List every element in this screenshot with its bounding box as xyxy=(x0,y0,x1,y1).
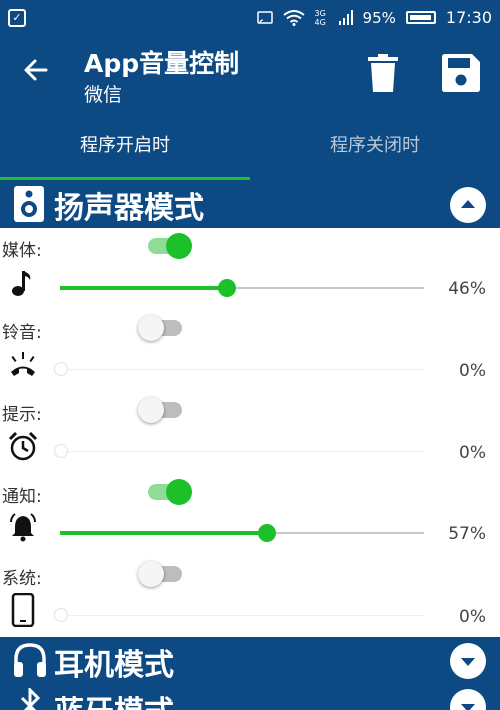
ringtone-volume-slider[interactable] xyxy=(54,362,424,376)
alert-volume-percent: 0% xyxy=(459,443,486,463)
notification-volume-thumb[interactable] xyxy=(258,524,277,542)
notification-volume-slider[interactable] xyxy=(60,524,424,542)
status-right: 3G 4G 95% 17:30 xyxy=(256,8,492,27)
page-subtitle: 微信 xyxy=(84,84,123,106)
signal-icon xyxy=(338,9,353,25)
ringtone-label: 铃音: xyxy=(2,323,42,343)
clock: 17:30 xyxy=(445,8,492,27)
collapse-button[interactable] xyxy=(450,187,486,223)
speaker-section-header[interactable]: 扬声器模式 xyxy=(0,180,500,228)
app-bar: App音量控制 微信 xyxy=(0,36,500,114)
system-toggle[interactable] xyxy=(138,561,182,587)
status-bar: ✓ 3G 4G 95% 17:30 xyxy=(0,0,500,36)
alert-volume-slider[interactable] xyxy=(54,444,424,458)
bluetooth-icon xyxy=(20,688,41,710)
speaker-icon xyxy=(14,186,44,222)
ringtone-toggle[interactable] xyxy=(138,315,182,341)
system-volume-percent: 0% xyxy=(459,607,486,627)
media-label: 媒体: xyxy=(2,241,42,261)
bell-icon xyxy=(10,513,36,542)
tab-program-open[interactable]: 程序开启时 xyxy=(0,114,250,180)
battery-percent: 95% xyxy=(362,8,396,27)
bluetooth-section-title: 蓝牙模式 xyxy=(54,687,174,710)
ringtone-volume-percent: 0% xyxy=(459,361,486,381)
cast-icon xyxy=(256,10,273,24)
media-volume-slider[interactable] xyxy=(60,279,424,297)
media-volume-percent: 46% xyxy=(448,279,486,299)
headphone-section-header[interactable]: 耳机模式 xyxy=(0,637,500,685)
system-volume-slider[interactable] xyxy=(54,608,424,622)
system-volume-thumb[interactable] xyxy=(54,608,68,622)
bluetooth-section-header[interactable]: 蓝牙模式 xyxy=(0,685,500,710)
back-arrow-icon[interactable] xyxy=(22,56,50,90)
chevron-down-icon xyxy=(461,658,475,666)
media-volume-fill xyxy=(60,286,228,290)
wifi-icon xyxy=(282,9,305,26)
save-icon[interactable] xyxy=(442,54,480,92)
alarm-clock-icon xyxy=(8,431,38,461)
trash-icon[interactable] xyxy=(368,54,398,92)
expand-headphone-button[interactable] xyxy=(450,643,486,679)
smartphone-icon xyxy=(11,593,35,627)
ringtone-volume-thumb[interactable] xyxy=(54,362,68,376)
check-notification-icon: ✓ xyxy=(8,9,26,27)
music-note-icon xyxy=(12,271,31,296)
tab-bar: 程序开启时 程序关闭时 xyxy=(0,114,500,180)
tab-program-closed[interactable]: 程序关闭时 xyxy=(250,114,500,180)
network-type: 3G 4G xyxy=(314,8,326,27)
alert-toggle[interactable] xyxy=(138,397,182,423)
battery-icon xyxy=(405,11,436,24)
page-title: App音量控制 xyxy=(84,49,240,78)
media-volume-thumb[interactable] xyxy=(218,279,237,297)
speaker-section-title: 扬声器模式 xyxy=(54,191,204,226)
media-toggle[interactable] xyxy=(148,233,192,259)
alert-label: 提示: xyxy=(2,405,42,425)
chevron-up-icon xyxy=(461,200,475,208)
expand-bluetooth-button[interactable] xyxy=(450,689,486,710)
notification-volume-fill xyxy=(60,531,268,535)
headphone-section-title: 耳机模式 xyxy=(54,648,174,683)
system-label: 系统: xyxy=(2,569,42,589)
chevron-down-icon xyxy=(461,704,475,710)
notification-volume-percent: 57% xyxy=(448,524,486,544)
headphone-icon xyxy=(14,643,46,677)
phone-ring-icon xyxy=(11,352,35,376)
notification-label: 通知: xyxy=(2,487,42,507)
notification-toggle[interactable] xyxy=(148,479,192,505)
alert-volume-thumb[interactable] xyxy=(54,444,68,458)
